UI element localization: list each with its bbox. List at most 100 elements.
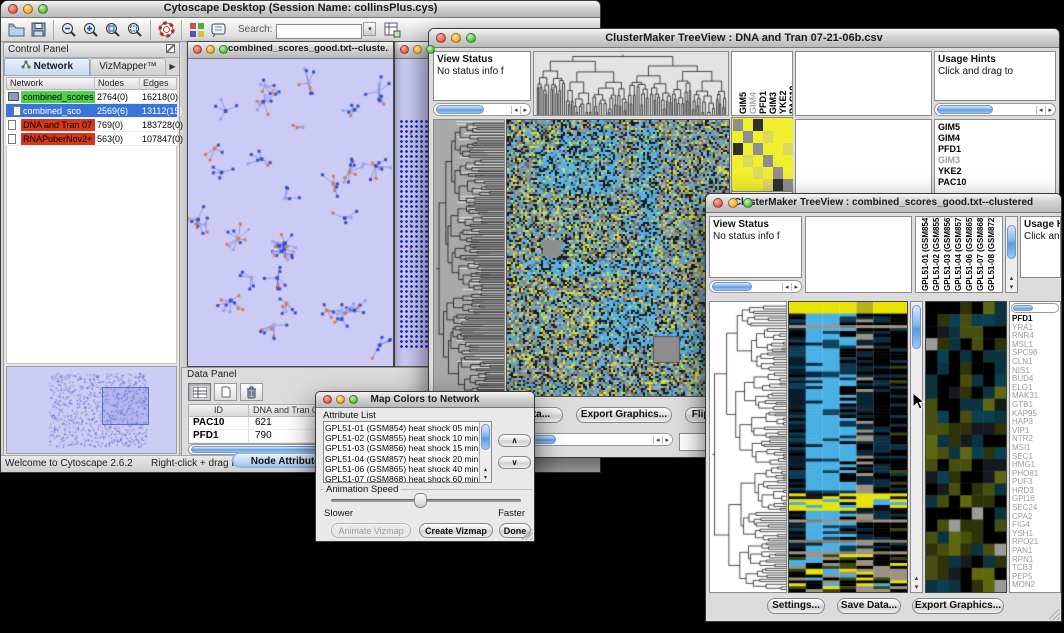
- zoom-matrix-cell[interactable]: [753, 155, 763, 167]
- zoom-matrix-cell[interactable]: [733, 155, 743, 167]
- zoom-matrix-cell[interactable]: [743, 179, 753, 191]
- gene-label[interactable]: FIG4: [1012, 521, 1038, 530]
- heatmap-zoom-view[interactable]: [925, 301, 1007, 593]
- zoom-matrix-cell[interactable]: [763, 167, 773, 179]
- gene-label[interactable]: NTR2: [1012, 435, 1038, 444]
- zoom-matrix-cell[interactable]: [773, 155, 783, 167]
- scroll-left-icon[interactable]: ◂: [1036, 106, 1045, 114]
- tab-vizmapper[interactable]: VizMapper™: [90, 58, 166, 75]
- scroll-left-icon[interactable]: ◂: [653, 436, 662, 444]
- col-header-nodes[interactable]: Nodes: [95, 78, 140, 89]
- zoom-matrix-cell[interactable]: [783, 167, 793, 179]
- row-dendrogram[interactable]: [433, 119, 505, 397]
- resize-grip[interactable]: [1049, 609, 1060, 620]
- col-header-edges[interactable]: Edges: [140, 78, 176, 89]
- scroll-down-icon[interactable]: ▾: [911, 583, 922, 591]
- zoom-matrix-cell[interactable]: [743, 155, 753, 167]
- gene-label[interactable]: GPI16: [1012, 495, 1038, 504]
- zoom-matrix-cell[interactable]: [763, 155, 773, 167]
- attribute-list-item[interactable]: GPL51-06 (GSM865) heat shock 40 min: [325, 464, 478, 474]
- zoom-matrix-cell[interactable]: [733, 131, 743, 143]
- column-label[interactable]: PFD1: [758, 91, 768, 114]
- map-colors-titlebar[interactable]: Map Colors to Network: [316, 392, 534, 408]
- network-view-titlebar[interactable]: combined_scores_good.txt--cluste...: [188, 42, 393, 59]
- gene-label[interactable]: MON2: [1012, 581, 1038, 590]
- close-button[interactable]: [8, 4, 18, 14]
- minimize-button[interactable]: [23, 4, 33, 14]
- gene-label[interactable]: RNR4: [1012, 332, 1038, 341]
- gene-label[interactable]: TCB3: [1012, 564, 1038, 573]
- gene-label[interactable]: YRA1: [1012, 324, 1038, 333]
- attribute-list-vscrollbar[interactable]: ▴ ▾: [479, 422, 491, 482]
- gene-label[interactable]: GIM5: [938, 122, 1052, 133]
- gene-label[interactable]: YKE2: [938, 166, 1052, 177]
- zoom-out-icon[interactable]: [59, 20, 79, 39]
- search-input[interactable]: [276, 24, 362, 39]
- heatmap-zoom-view[interactable]: [731, 117, 793, 191]
- zoom-button[interactable]: [349, 395, 358, 404]
- zoom-matrix-cell[interactable]: [743, 143, 753, 155]
- scroll-right-icon[interactable]: ▸: [520, 106, 529, 114]
- close-button[interactable]: [713, 198, 723, 208]
- zoom-matrix-cell[interactable]: [733, 119, 743, 131]
- gene-label[interactable]: ELG1: [1012, 384, 1038, 393]
- gene-list-scrollbar[interactable]: [1011, 303, 1059, 313]
- tab-overflow-button[interactable]: ▶: [166, 58, 179, 75]
- column-label[interactable]: PAC10: [788, 86, 793, 114]
- column-label[interactable]: GIM5: [738, 92, 748, 114]
- scroll-right-icon[interactable]: ▸: [791, 283, 800, 291]
- gene-label[interactable]: BUD4: [1012, 375, 1038, 384]
- gene-label[interactable]: SPC98: [1012, 349, 1038, 358]
- treeview-dna-titlebar[interactable]: ClusterMaker TreeView : DNA and Tran 07-…: [429, 29, 1059, 48]
- close-button[interactable]: [436, 33, 446, 43]
- zoom-matrix-cell[interactable]: [763, 119, 773, 131]
- gene-label[interactable]: CLN1: [1012, 358, 1038, 367]
- zoom-matrix-cell[interactable]: [773, 131, 783, 143]
- network-list-row[interactable]: RNAPuberNov2+563(0)107847(0): [6, 132, 177, 146]
- gene-label[interactable]: HAP3: [1012, 418, 1038, 427]
- usage-hints-scrollbar[interactable]: ◂▸: [934, 103, 1056, 116]
- zoom-button[interactable]: [38, 4, 48, 14]
- gene-label[interactable]: GTB1: [1012, 401, 1038, 410]
- gene-label[interactable]: HMG1: [1012, 461, 1038, 470]
- gene-label[interactable]: PFD1: [1012, 315, 1038, 324]
- zoom-matrix-cell[interactable]: [783, 131, 793, 143]
- scroll-left-icon[interactable]: ◂: [782, 283, 791, 291]
- scroll-right-icon[interactable]: ▸: [662, 436, 671, 444]
- gene-label[interactable]: RPN1: [1012, 556, 1038, 565]
- gene-label[interactable]: MSI1: [1012, 444, 1038, 453]
- open-file-icon[interactable]: [6, 20, 26, 39]
- column-label[interactable]: GPL51-07 (GSM868): [976, 216, 985, 291]
- minimize-button[interactable]: [728, 198, 738, 208]
- treeview-combined-titlebar[interactable]: ClusterMaker TreeView : combined_scores_…: [706, 194, 1061, 213]
- zoom-matrix-cell[interactable]: [763, 131, 773, 143]
- gene-label[interactable]: PEP5: [1012, 573, 1038, 582]
- network-list-row[interactable]: combined_scores2764(0)16218(0): [6, 90, 177, 104]
- zoom-matrix-cell[interactable]: [773, 179, 783, 191]
- minimize-button[interactable]: [336, 395, 345, 404]
- col-header-network[interactable]: Network: [7, 78, 95, 89]
- create-vizmap-button[interactable]: Create Vizmap: [419, 523, 493, 538]
- animate-vizmap-button[interactable]: Animate Vizmap: [331, 523, 411, 538]
- move-up-button[interactable]: ∧: [498, 434, 531, 447]
- column-label[interactable]: GPL51-01 (GSM854): [921, 216, 930, 291]
- gene-label[interactable]: GIM4: [938, 133, 1052, 144]
- zoom-matrix-cell[interactable]: [733, 167, 743, 179]
- trash-icon[interactable]: [240, 383, 263, 401]
- minimize-button[interactable]: [451, 33, 461, 43]
- settings-button[interactable]: Settings...: [767, 598, 825, 614]
- zoom-matrix-cell[interactable]: [753, 143, 763, 155]
- attribute-list-item[interactable]: GPL51-04 (GSM857) heat shock 20 min: [325, 454, 478, 464]
- zoom-matrix-cell[interactable]: [753, 119, 763, 131]
- view-status-scrollbar[interactable]: ◂▸: [709, 280, 802, 293]
- network-overview-thumbnail[interactable]: [7, 367, 177, 453]
- resize-grip[interactable]: [522, 529, 533, 540]
- zoom-matrix-cell[interactable]: [753, 131, 763, 143]
- close-button[interactable]: [193, 45, 202, 54]
- scroll-left-icon[interactable]: ◂: [511, 106, 520, 114]
- network-list-row[interactable]: DNA and Tran 07769(0)183728(0): [6, 118, 177, 132]
- zoom-matrix-cell[interactable]: [743, 167, 753, 179]
- move-down-button[interactable]: ∨: [498, 456, 531, 469]
- zoom-button[interactable]: [466, 33, 476, 43]
- vizmapper-icon[interactable]: [187, 20, 207, 39]
